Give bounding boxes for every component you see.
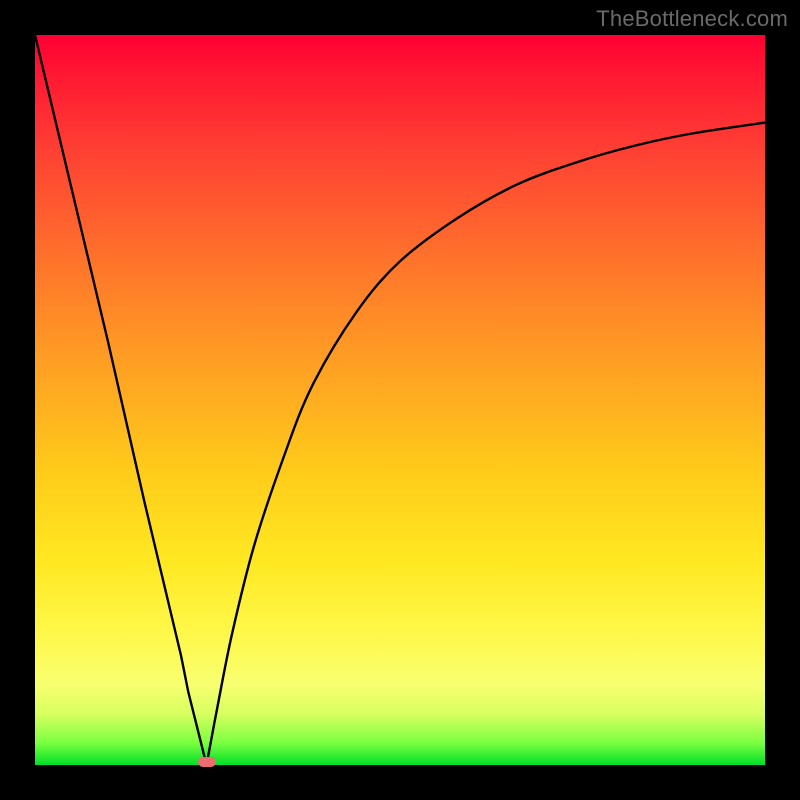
vertex-marker (198, 757, 216, 767)
chart-frame: TheBottleneck.com (0, 0, 800, 800)
bottleneck-curve (35, 35, 765, 765)
curve-svg (35, 35, 765, 765)
watermark-text: TheBottleneck.com (596, 6, 788, 32)
plot-area (35, 35, 765, 765)
